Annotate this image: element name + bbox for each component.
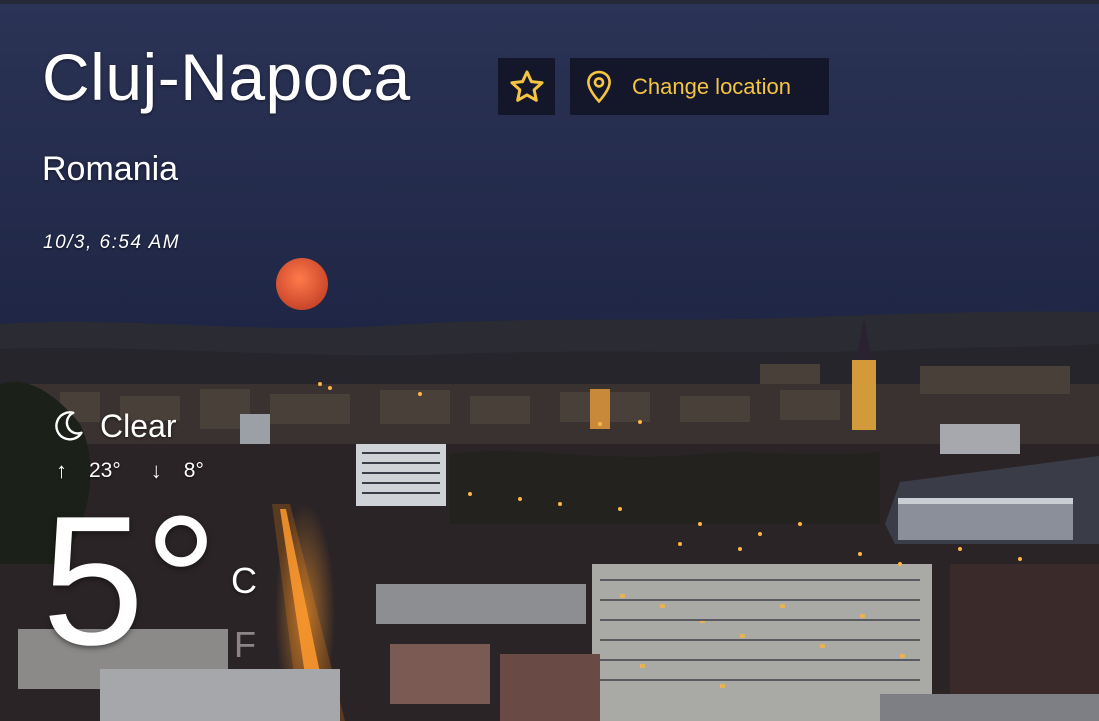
change-location-label: Change location [632,73,792,99]
local-datetime: 10/3, 6:54 AM [43,232,181,253]
map-pin-icon [584,69,614,105]
star-icon [508,68,546,106]
favorite-button[interactable] [498,58,555,115]
unit-celsius-toggle[interactable]: C [231,560,257,602]
moon-icon [50,407,86,445]
current-temperature: 5° [42,477,218,683]
weather-condition: Clear [50,407,176,445]
condition-label: Clear [100,407,177,444]
unit-fahrenheit-toggle[interactable]: F [234,624,256,666]
city-name: Cluj-Napoca [42,40,411,114]
country-name: Romania [42,150,179,188]
change-location-button[interactable]: Change location [570,58,829,115]
